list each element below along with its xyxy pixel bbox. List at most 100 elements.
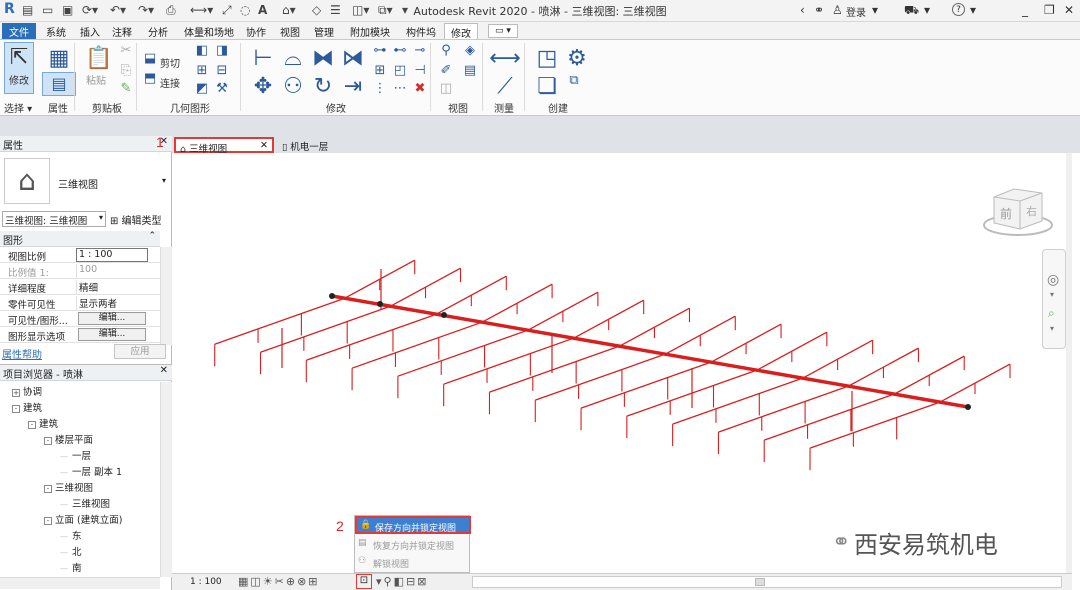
3d-view-canvas[interactable]: 前 右 ◎ ▾ ⌕ ▾ 🔒 保存方向并锁定视图 ▤ 恢复方向并锁定视图 ⚇ 解锁视图 … — [172, 153, 1072, 573]
browser-tree-item[interactable]: - 三维视图 — [44, 480, 93, 494]
open-folder-icon[interactable]: ▭ — [42, 3, 53, 17]
expand-toggle-icon[interactable]: - — [28, 420, 36, 429]
trim-multi-icon[interactable]: ⋮ — [370, 80, 390, 98]
expand-toggle-icon[interactable]: - — [44, 436, 52, 445]
text-icon[interactable]: A — [258, 3, 267, 17]
viewcube-front-label[interactable]: 前 — [1000, 205, 1012, 222]
demolish-icon[interactable]: ⚒ — [212, 80, 232, 98]
copy-icon[interactable]: ⎘ — [116, 62, 136, 80]
view-scale-input[interactable]: 1 : 100 — [76, 248, 148, 262]
split-icon[interactable]: ⊶ — [370, 42, 390, 60]
help-button[interactable]: ? — [952, 3, 965, 16]
detail-level-value[interactable]: 精细 — [76, 280, 148, 294]
browser-tree-item[interactable]: - 建筑 — [12, 400, 42, 414]
open-icon[interactable]: ▤ — [22, 3, 33, 17]
redo-icon[interactable]: ↷▾ — [138, 3, 154, 17]
scale-icon[interactable]: ◰ — [390, 62, 410, 80]
viewcube[interactable]: 前 右 — [980, 183, 1056, 237]
search-arrow-icon[interactable]: ‹ — [800, 3, 805, 17]
view-visibility-icon[interactable]: ▤ — [460, 62, 480, 80]
select-panel-label[interactable]: 选择 ▾ — [4, 100, 32, 115]
view-tab-floor[interactable]: ▯ 机电一层 — [278, 137, 348, 153]
restore-icon[interactable]: ❐ — [1044, 3, 1055, 17]
move-icon[interactable]: ✥ — [246, 70, 280, 104]
scale-display[interactable]: 1 : 100 — [190, 577, 222, 587]
cut-clip-icon[interactable]: ✂ — [116, 42, 136, 60]
browser-hscrollbar[interactable] — [0, 577, 160, 589]
view-control-icons[interactable]: ▦◫☀✂⊕⊗⊞ — [238, 575, 320, 588]
tab-view[interactable]: 视图 — [274, 23, 306, 39]
type-selector[interactable]: 三维视图: 三维视图 ▾ — [2, 211, 106, 227]
revit-logo-icon[interactable]: R — [4, 1, 15, 17]
geometry-tool-4-icon[interactable]: ⊟ — [212, 62, 232, 80]
customize-icon[interactable]: ▾ — [402, 3, 408, 17]
login-link[interactable]: 登录 — [846, 4, 866, 19]
close-icon[interactable]: ✕ — [1064, 3, 1074, 17]
login-dropdown-icon[interactable]: ▾ — [872, 3, 878, 17]
user-icon[interactable]: ♙ — [832, 3, 843, 17]
save-icon[interactable]: ▣ — [62, 3, 73, 17]
cart-icon[interactable]: ⛟ — [904, 3, 919, 19]
properties-help-link[interactable]: 属性帮助 — [2, 346, 42, 361]
geometry-tool-2-icon[interactable]: ◨ — [212, 42, 232, 60]
browser-tree-item[interactable]: + 协调 — [12, 384, 42, 398]
viewcube-right-label[interactable]: 右 — [1026, 203, 1037, 219]
parts-visibility-value[interactable]: 显示两者 — [76, 296, 148, 310]
tab-insert[interactable]: 插入 — [74, 23, 106, 39]
browser-tree-item[interactable]: — 三维视图 — [60, 496, 110, 510]
type-properties-icon[interactable]: ▤ — [42, 72, 76, 96]
browser-tree-item[interactable]: — 北 — [60, 544, 82, 558]
exchange-icon[interactable]: ▾ — [924, 3, 930, 17]
print-icon[interactable]: ⎙ — [166, 3, 176, 18]
browser-tree-item[interactable]: — 一层 副本 1 — [60, 464, 122, 478]
steering-wheel-icon[interactable]: ◎ — [1047, 272, 1059, 288]
graphics-section-header[interactable]: 图形 ⌃ — [0, 231, 160, 247]
panel-toggle-button[interactable]: ▭ ▾ — [488, 24, 518, 38]
tab-modify[interactable]: 修改 — [444, 23, 478, 40]
unlock-view-item[interactable]: ⚇ 解锁视图 — [355, 554, 471, 572]
browser-tree-item[interactable]: — 一层 — [60, 448, 91, 462]
undo-icon[interactable]: ↶▾ — [110, 3, 126, 17]
help-dropdown-icon[interactable]: ▾ — [970, 3, 976, 17]
save-orientation-lock-item[interactable]: 🔒 保存方向并锁定视图 — [355, 516, 471, 534]
thin-lines-icon[interactable]: ☰ — [330, 3, 341, 17]
match-icon[interactable]: ✎ — [116, 80, 136, 98]
join-label[interactable]: 连接 — [160, 75, 180, 90]
browser-tree-item[interactable]: — 南 — [60, 560, 82, 574]
expand-toggle-icon[interactable]: - — [44, 516, 52, 525]
browser-scrollbar[interactable] — [160, 382, 172, 577]
dimension-tool-icon[interactable]: ⟋ — [488, 70, 522, 104]
extend-icon[interactable]: ⋯ — [390, 80, 410, 98]
paint-icon[interactable]: ◩ — [192, 80, 212, 98]
browser-tree-item[interactable]: - 立面 (建筑立面) — [44, 512, 122, 526]
hscroll-thumb[interactable] — [755, 578, 765, 586]
create-similar-icon[interactable]: ⚙ — [560, 42, 594, 76]
tab-massing[interactable]: 体量和场地 — [178, 23, 240, 39]
canvas-hscroll[interactable] — [472, 576, 1062, 588]
browser-tree-item[interactable]: - 建筑 — [28, 416, 58, 430]
browser-close-icon[interactable]: ✕ — [160, 365, 168, 376]
edit-type-button[interactable]: ⊞ 编辑类型 — [110, 212, 162, 227]
sync-icon[interactable]: ⟳▾ — [82, 3, 98, 17]
split-gap-icon[interactable]: ⊷ — [390, 42, 410, 60]
expand-toggle-icon[interactable]: - — [12, 404, 20, 413]
tab-annotate[interactable]: 注释 — [106, 23, 138, 39]
tab-analyze[interactable]: 分析 — [142, 23, 174, 39]
browser-tree-item[interactable]: — 东 — [60, 528, 82, 542]
view-override-icon[interactable]: ◈ — [460, 42, 480, 60]
geometry-tool-1-icon[interactable]: ◧ — [192, 42, 212, 60]
view-tab-3d[interactable]: ⌂ 三维视图 ✕ — [174, 137, 274, 155]
geometry-tool-3-icon[interactable]: ⊞ — [192, 62, 212, 80]
linework-icon[interactable]: ✐ — [436, 62, 456, 80]
type-dropdown-icon[interactable]: ▾ — [162, 176, 166, 185]
restore-orientation-lock-item[interactable]: ▤ 恢复方向并锁定视图 — [355, 536, 471, 554]
expand-toggle-icon[interactable]: - — [44, 484, 52, 493]
array-icon[interactable]: ⊞ — [370, 62, 390, 80]
dimension-icon[interactable]: ⤢ — [222, 3, 232, 18]
browser-tree-item[interactable]: - 楼层平面 — [44, 432, 93, 446]
zoom-icon[interactable]: ⌕ — [1048, 306, 1055, 321]
3d-view-icon[interactable]: ⌂▾ — [282, 3, 296, 17]
tab-file[interactable]: 文件 — [2, 23, 36, 39]
cut-label[interactable]: 剪切 — [160, 55, 180, 70]
trim-icon[interactable]: ⇥ — [336, 70, 370, 104]
